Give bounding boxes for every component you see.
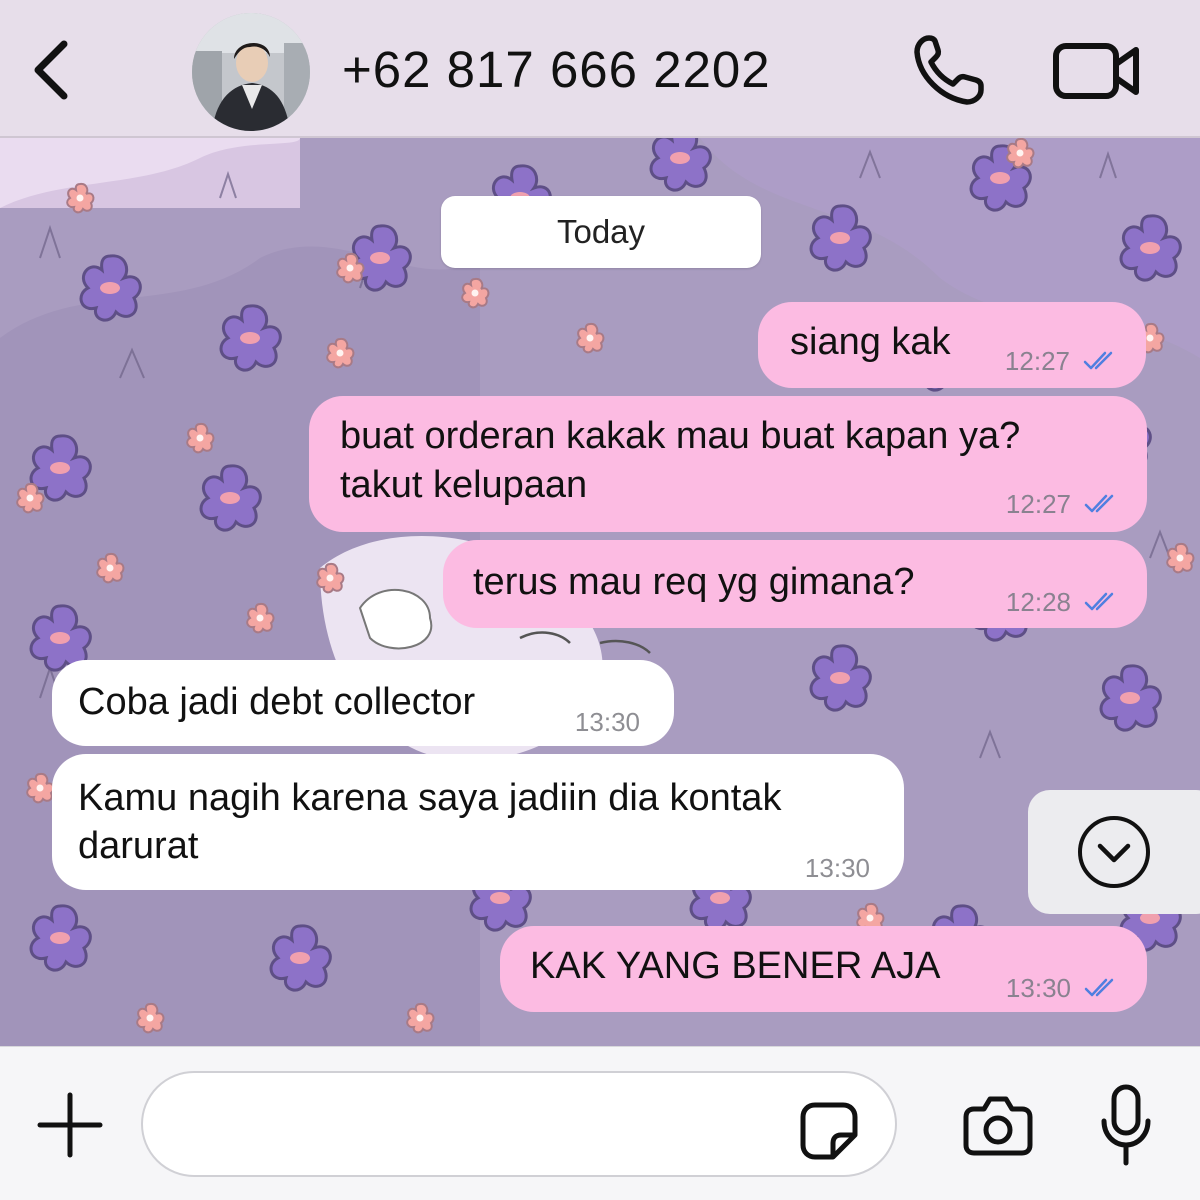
read-receipt-icon xyxy=(1083,351,1113,370)
camera-button[interactable] xyxy=(960,1089,1036,1161)
avatar-photo xyxy=(192,13,310,131)
message-meta: 12:28 xyxy=(1006,578,1121,626)
scroll-to-bottom-button[interactable] xyxy=(1028,790,1200,914)
message-meta: 13:30 xyxy=(575,698,640,746)
message-bubble-outgoing[interactable]: siang kak 12:27 xyxy=(758,302,1146,388)
message-meta: 13:30 xyxy=(1006,964,1121,1012)
message-time: 13:30 xyxy=(804,853,870,883)
read-receipt-icon xyxy=(1084,978,1114,997)
back-button[interactable] xyxy=(22,30,82,110)
message-meta: 12:27 xyxy=(1005,337,1120,385)
message-text-line: takut kelupaan xyxy=(340,464,588,506)
date-separator: Today xyxy=(441,196,761,268)
sticker-button[interactable] xyxy=(797,1099,861,1163)
chevron-left-icon xyxy=(34,40,68,100)
message-bubble-outgoing[interactable]: terus mau req yg gimana? 12:28 xyxy=(443,540,1147,628)
phone-icon xyxy=(914,35,984,105)
call-button[interactable] xyxy=(905,30,991,110)
contact-name[interactable]: +62 817 666 2202 xyxy=(342,40,771,99)
message-meta: 12:27 xyxy=(1006,480,1121,528)
read-receipt-icon xyxy=(1084,494,1114,513)
chat-screen: +62 817 666 2202 Today siang kak 12:27 b… xyxy=(0,0,1200,1200)
message-meta: 13:30 xyxy=(805,844,870,892)
microphone-icon xyxy=(1101,1084,1151,1166)
camera-icon xyxy=(963,1096,1033,1156)
message-time: 12:27 xyxy=(1004,346,1070,376)
sticker-icon xyxy=(800,1102,858,1160)
message-bubble-outgoing[interactable]: KAK YANG BENER AJA 13:30 xyxy=(500,926,1147,1012)
message-time: 12:28 xyxy=(1005,587,1071,617)
voice-message-button[interactable] xyxy=(1096,1081,1156,1171)
message-text-line: darurat xyxy=(78,825,199,867)
message-text: Coba jadi debt collector xyxy=(78,681,476,723)
message-input[interactable] xyxy=(141,1071,897,1177)
message-bubble-incoming[interactable]: Coba jadi debt collector 13:30 xyxy=(52,660,674,746)
message-input-bar xyxy=(0,1046,1200,1200)
chat-area[interactable]: Today siang kak 12:27 buat orderan kakak… xyxy=(0,138,1200,1046)
video-camera-icon xyxy=(1053,43,1139,99)
message-time: 13:30 xyxy=(574,707,640,737)
message-time: 13:30 xyxy=(1005,973,1071,1003)
message-time: 12:27 xyxy=(1005,489,1071,519)
plus-icon xyxy=(37,1092,103,1158)
message-text: terus mau req yg gimana? xyxy=(473,561,915,603)
message-text: KAK YANG BENER AJA xyxy=(530,945,941,987)
message-bubble-incoming[interactable]: Kamu nagih karena saya jadiin dia kontak… xyxy=(52,754,904,890)
attach-button[interactable] xyxy=(34,1089,106,1161)
avatar[interactable] xyxy=(192,13,310,131)
message-text: siang kak xyxy=(790,321,951,363)
video-call-button[interactable] xyxy=(1046,34,1146,106)
message-text-line: Kamu nagih karena saya jadiin dia kontak xyxy=(78,777,782,819)
message-bubble-outgoing[interactable]: buat orderan kakak mau buat kapan ya? ta… xyxy=(309,396,1147,532)
read-receipt-icon xyxy=(1084,592,1114,611)
chat-header: +62 817 666 2202 xyxy=(0,0,1200,138)
chevron-down-circle-icon xyxy=(1078,816,1150,888)
message-text-line: buat orderan kakak mau buat kapan ya? xyxy=(340,415,1021,457)
